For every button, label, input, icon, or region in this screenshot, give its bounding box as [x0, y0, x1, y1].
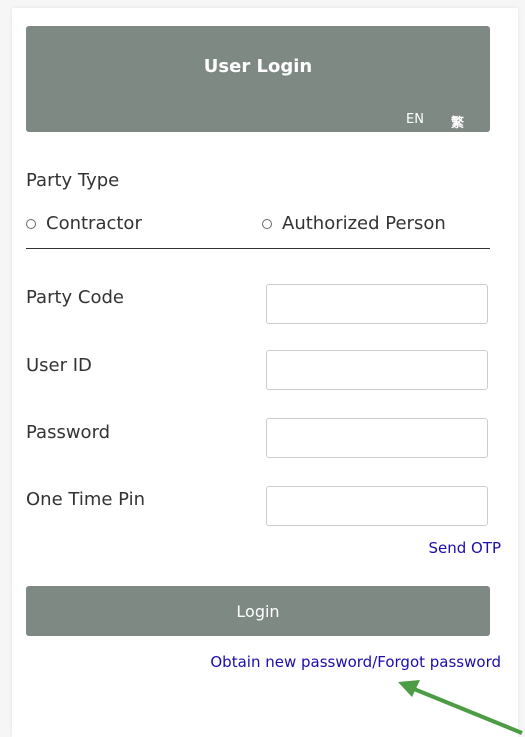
forgot-password-link[interactable]: Obtain new password/Forgot password: [210, 653, 501, 671]
login-header: User Login EN 繁: [26, 26, 490, 132]
party-code-input[interactable]: [266, 284, 488, 324]
send-otp-link[interactable]: Send OTP: [428, 539, 501, 557]
party-code-label: Party Code: [26, 287, 124, 308]
radio-authorized-person-label: Authorized Person: [282, 213, 446, 234]
radio-circle-icon[interactable]: [262, 218, 272, 229]
language-en-link[interactable]: EN: [406, 112, 424, 127]
password-input[interactable]: [266, 418, 488, 458]
party-type-divider: [26, 248, 490, 249]
otp-input[interactable]: [266, 486, 488, 526]
login-title: User Login: [203, 56, 313, 77]
radio-contractor[interactable]: Contractor: [26, 213, 142, 234]
user-id-input[interactable]: [266, 350, 488, 390]
password-label: Password: [26, 422, 111, 443]
login-button[interactable]: Login: [26, 586, 490, 636]
user-id-label: User ID: [26, 355, 92, 376]
otp-label: One Time Pin: [26, 489, 146, 510]
radio-authorized-person[interactable]: Authorized Person: [262, 213, 446, 234]
radio-contractor-label: Contractor: [46, 213, 142, 234]
radio-circle-icon[interactable]: [26, 218, 36, 229]
language-traditional-chinese-link[interactable]: 繁: [451, 112, 464, 131]
party-type-label: Party Type: [26, 170, 120, 191]
